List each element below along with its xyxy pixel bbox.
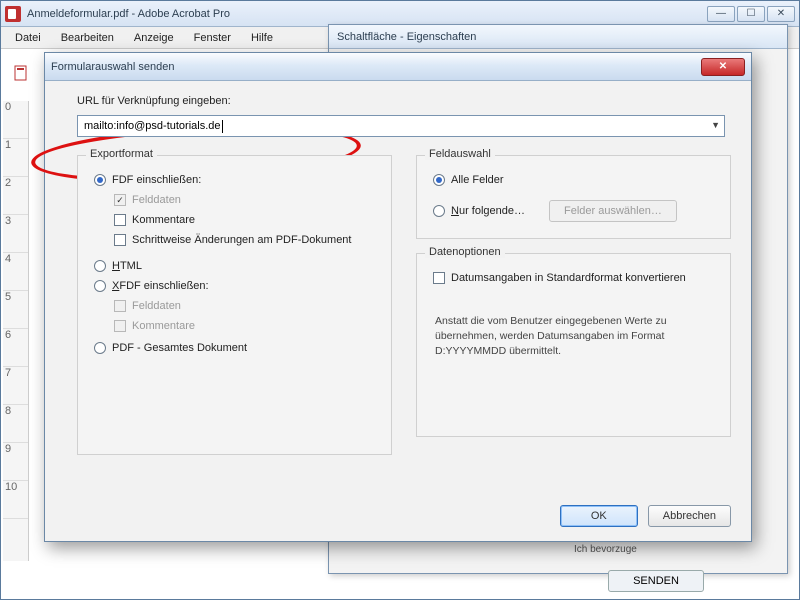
check-xfdf-comments: Kommentare xyxy=(114,320,379,332)
radio-xfdf[interactable]: XFDF einschließen: xyxy=(94,280,379,292)
checkbox-icon xyxy=(114,320,126,332)
check-xfdf-fielddata: Felddaten xyxy=(114,300,379,312)
export-format-group: Exportformat FDF einschließen: Felddaten… xyxy=(77,155,392,455)
maximize-button[interactable]: ☐ xyxy=(737,6,765,22)
menu-anzeige[interactable]: Anzeige xyxy=(126,30,182,46)
url-label: URL für Verknüpfung eingeben: xyxy=(77,95,731,107)
date-options-legend: Datenoptionen xyxy=(425,246,505,258)
select-fields-button: Felder auswählen… xyxy=(549,200,677,222)
radio-html[interactable]: HTML xyxy=(94,260,379,272)
menu-bearbeiten[interactable]: Bearbeiten xyxy=(53,30,122,46)
check-convert-dates[interactable]: Datumsangaben in Standardformat konverti… xyxy=(433,272,718,284)
properties-title: Schaltfläche - Eigenschaften xyxy=(337,31,476,43)
dialog-title: Formularauswahl senden xyxy=(51,61,701,73)
dialog-titlebar[interactable]: Formularauswahl senden ✕ xyxy=(45,53,751,81)
submit-form-selections-dialog: Formularauswahl senden ✕ URL für Verknüp… xyxy=(44,52,752,542)
radio-icon xyxy=(94,280,106,292)
field-selection-legend: Feldauswahl xyxy=(425,148,495,160)
url-value: mailto:info@psd-tutorials.de xyxy=(84,120,221,132)
toolbar xyxy=(5,51,39,95)
checkbox-icon xyxy=(114,300,126,312)
cancel-button[interactable]: Abbrechen xyxy=(648,505,731,527)
export-format-legend: Exportformat xyxy=(86,148,157,160)
pdf-icon xyxy=(5,6,21,22)
radio-icon xyxy=(94,260,106,272)
date-options-group: Datenoptionen Datumsangaben in Standardf… xyxy=(416,253,731,437)
checkbox-icon xyxy=(114,234,126,246)
close-app-button[interactable]: ✕ xyxy=(767,6,795,22)
url-dropdown-arrow-icon[interactable]: ▼ xyxy=(711,120,720,130)
radio-icon xyxy=(433,205,445,217)
menu-datei[interactable]: Datei xyxy=(7,30,49,46)
check-fdf-comments[interactable]: Kommentare xyxy=(114,214,379,226)
radio-icon xyxy=(433,174,445,186)
checkbox-icon xyxy=(433,272,445,284)
vertical-ruler: 012345678910 xyxy=(3,101,29,561)
radio-pdf[interactable]: PDF - Gesamtes Dokument xyxy=(94,342,379,354)
url-input[interactable]: mailto:info@psd-tutorials.de ▼ xyxy=(77,115,725,137)
radio-all-fields[interactable]: Alle Felder xyxy=(433,174,718,186)
create-pdf-icon[interactable] xyxy=(13,64,31,82)
menu-fenster[interactable]: Fenster xyxy=(186,30,239,46)
properties-titlebar: Schaltfläche - Eigenschaften xyxy=(329,25,787,49)
app-title: Anmeldeformular.pdf - Adobe Acrobat Pro xyxy=(27,8,707,20)
radio-fdf[interactable]: FDF einschließen: xyxy=(94,174,379,186)
check-fdf-incremental[interactable]: Schrittweise Änderungen am PDF-Dokument xyxy=(114,234,379,246)
radio-icon xyxy=(94,174,106,186)
check-fdf-fielddata: Felddaten xyxy=(114,194,379,206)
radio-only-following[interactable]: Nur folgende… Felder auswählen… xyxy=(433,200,718,222)
checkbox-icon xyxy=(114,214,126,226)
minimize-button[interactable]: — xyxy=(707,6,735,22)
field-selection-group: Feldauswahl Alle Felder Nur folgende… Fe… xyxy=(416,155,731,239)
radio-icon xyxy=(94,342,106,354)
checkbox-icon xyxy=(114,194,126,206)
form-hint-text: Ich bevorzuge xyxy=(574,544,774,555)
ok-button[interactable]: OK xyxy=(560,505,638,527)
dialog-close-button[interactable]: ✕ xyxy=(701,58,745,76)
date-format-note: Anstatt die vom Benutzer eingegebenen We… xyxy=(429,314,718,360)
menu-hilfe[interactable]: Hilfe xyxy=(243,30,281,46)
form-send-button[interactable]: SENDEN xyxy=(608,570,704,592)
